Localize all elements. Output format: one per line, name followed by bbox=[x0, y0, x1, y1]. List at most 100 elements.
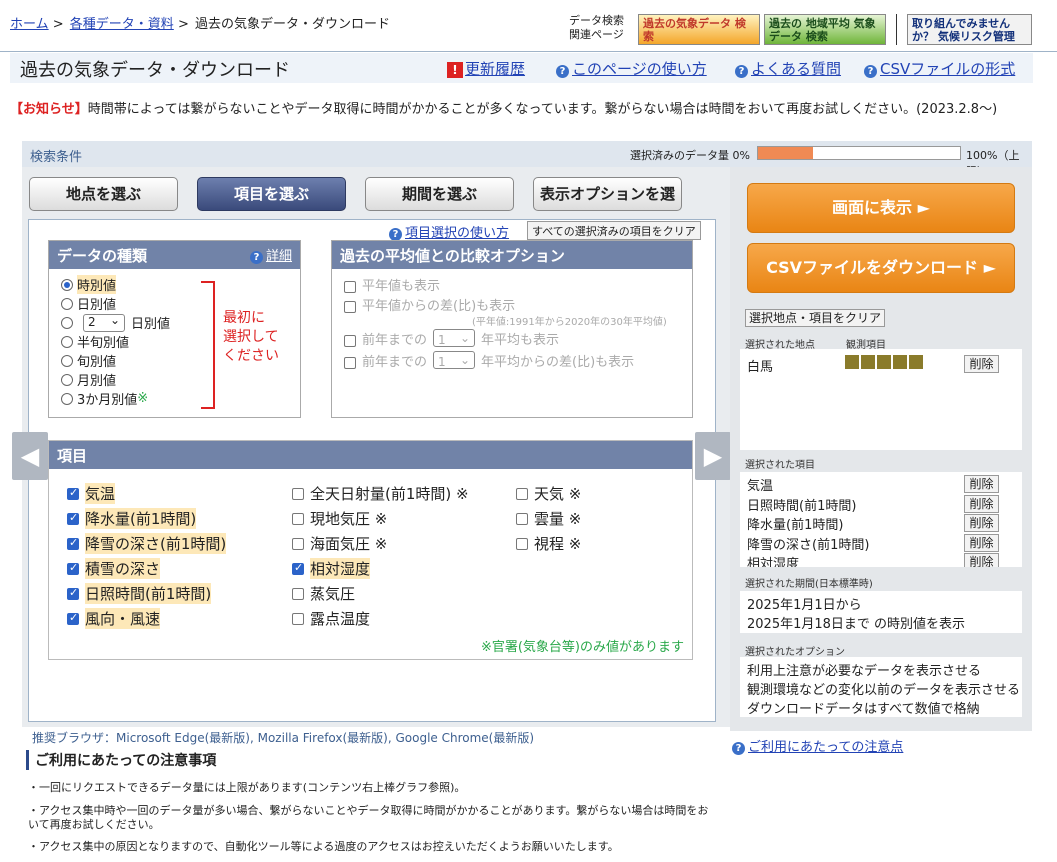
clear-selection-button[interactable]: 選択地点・項目をクリア bbox=[745, 309, 886, 327]
question-icon: ? bbox=[864, 65, 877, 78]
checkbox bbox=[67, 611, 79, 625]
delete-item-button[interactable]: 削除 bbox=[964, 553, 999, 567]
regional-average-search-banner[interactable]: 過去の 地域平均 気象データ 検索 bbox=[764, 14, 886, 45]
delete-item-button[interactable]: 削除 bbox=[964, 514, 999, 532]
radio-n-daily-label: 日別値 bbox=[131, 317, 171, 332]
usage-notes-link[interactable]: ? ご利用にあたっての注意点 bbox=[732, 736, 903, 755]
item-weather-label: 天気 ※ bbox=[534, 485, 582, 503]
station-only-mark: ※ bbox=[137, 391, 149, 406]
how-to-use-link[interactable]: ? このページの使い方 bbox=[556, 58, 707, 79]
tab-display-options[interactable]: 表示オプションを選ぶ bbox=[533, 177, 682, 235]
checkbox bbox=[67, 586, 79, 600]
year-diff-option[interactable]: 前年までの 1 年平均からの差(比)も表示 bbox=[344, 350, 667, 373]
detail-link[interactable]: 詳細 bbox=[266, 249, 292, 264]
item-weather[interactable]: 天気 ※ bbox=[516, 483, 581, 504]
tab-period[interactable]: 期間を選ぶ bbox=[365, 177, 514, 211]
faq-label: よくある質問 bbox=[751, 60, 842, 78]
radio-circle bbox=[61, 278, 73, 291]
delete-item-button[interactable]: 削除 bbox=[964, 495, 999, 513]
item-sea-pressure[interactable]: 海面気圧 ※ bbox=[292, 533, 387, 554]
selected-item-humidity: 相対湿度 bbox=[747, 557, 800, 567]
data-amount-fill bbox=[758, 147, 813, 159]
item-dew-point[interactable]: 露点温度 bbox=[292, 608, 370, 629]
checkbox bbox=[67, 561, 79, 575]
past-weather-search-banner[interactable]: 過去の気象データ 検索 bbox=[638, 14, 760, 45]
faq-link[interactable]: ? よくある質問 bbox=[735, 58, 841, 79]
radio-hourly-label: 時別値 bbox=[77, 275, 117, 294]
page-title: 過去の気象データ・ダウンロード bbox=[20, 60, 290, 81]
how-to-use-label: このページの使い方 bbox=[572, 60, 707, 78]
title-bar: 過去の気象データ・ダウンロード ! 更新履歴 ? このページの使い方 ? よくある質問… bbox=[10, 53, 1033, 83]
question-icon: ? bbox=[732, 742, 745, 755]
breadcrumb-home-link[interactable]: ホーム bbox=[10, 17, 49, 32]
update-history-label: 更新履歴 bbox=[465, 60, 526, 78]
normal-diff-label: 平年値からの差(比)も表示 bbox=[362, 299, 516, 314]
radio-circle bbox=[61, 354, 73, 367]
item-help-link[interactable]: 項目選択の使い方 bbox=[405, 226, 509, 241]
comparison-options-box: 過去の平均値との比較オプション 平年値も表示 平年値からの差(比)も表示 (平年… bbox=[331, 240, 693, 418]
breadcrumb: ホーム > 各種データ・資料 > 過去の気象データ・ダウンロード bbox=[10, 17, 390, 32]
year-diff-select[interactable]: 1 bbox=[433, 350, 476, 370]
n-days-select[interactable]: 2 bbox=[83, 313, 125, 332]
delete-item-button[interactable]: 削除 bbox=[964, 475, 999, 493]
selected-item-snowfall: 降雪の深さ(前1時間) bbox=[747, 538, 870, 553]
item-visibility[interactable]: 視程 ※ bbox=[516, 533, 581, 554]
checkbox bbox=[292, 612, 304, 625]
radio-half-decade[interactable]: 半旬別値 bbox=[61, 332, 170, 351]
csv-download-button[interactable]: CSVファイルをダウンロード ► bbox=[747, 243, 1015, 293]
item-solar-radiation[interactable]: 全天日射量(前1時間) ※ bbox=[292, 483, 469, 504]
item-sunshine-label: 日照時間(前1時間) bbox=[85, 583, 212, 604]
radio-3month[interactable]: 3か月別値 ※ bbox=[61, 389, 170, 408]
item-wind[interactable]: 風向・風速 bbox=[67, 608, 161, 629]
related-label-line2: 関連ページ bbox=[569, 28, 624, 41]
tab-items[interactable]: 項目を選ぶ bbox=[197, 177, 346, 211]
note-text: 一回にリクエストできるデータ量には上限があります(コンテンツ右上棒グラフ参照)。 bbox=[39, 781, 466, 794]
radio-monthly[interactable]: 月別値 bbox=[61, 370, 170, 389]
item-sunshine[interactable]: 日照時間(前1時間) bbox=[67, 583, 212, 604]
radio-decade[interactable]: 旬別値 bbox=[61, 351, 170, 370]
item-help: ? 項目選択の使い方 bbox=[389, 222, 509, 241]
item-cloud[interactable]: 雲量 ※ bbox=[516, 508, 581, 529]
radio-hourly[interactable]: 時別値 bbox=[61, 275, 170, 294]
show-on-screen-button[interactable]: 画面に表示 ► bbox=[747, 183, 1015, 233]
question-icon: ? bbox=[735, 65, 748, 78]
tab-station[interactable]: 地点を選ぶ bbox=[29, 177, 178, 211]
clear-all-items-button[interactable]: すべての選択済みの項目をクリア bbox=[527, 221, 701, 240]
item-precipitation[interactable]: 降水量(前1時間) bbox=[67, 508, 197, 529]
item-station-pressure-label: 現地気圧 ※ bbox=[310, 510, 388, 528]
year-average-option[interactable]: 前年までの 1 年平均も表示 bbox=[344, 328, 667, 351]
note-text: アクセス集中の原因となりますので、自動化ツール等による過度のアクセスはお控えいた… bbox=[39, 840, 619, 853]
item-snow-depth[interactable]: 積雪の深さ bbox=[67, 558, 161, 579]
csv-format-link[interactable]: ? CSVファイルの形式 bbox=[864, 58, 1015, 79]
item-vapor-pressure[interactable]: 蒸気圧 bbox=[292, 583, 355, 604]
radio-daily[interactable]: 日別値 bbox=[61, 294, 170, 313]
notice-text: 時間帯によっては繋がらないことやデータ取得に時間がかかることが多くなっています。… bbox=[87, 102, 998, 117]
search-conditions-header: 検索条件 選択済みのデータ量 0% 100%（上限） bbox=[22, 141, 1032, 178]
next-arrow-button[interactable]: ▶ bbox=[695, 432, 731, 480]
obs-icons bbox=[845, 355, 923, 369]
item-snowfall[interactable]: 降雪の深さ(前1時間) bbox=[67, 533, 227, 554]
item-station-pressure[interactable]: 現地気圧 ※ bbox=[292, 508, 387, 529]
checkbox bbox=[67, 486, 79, 500]
item-humidity[interactable]: 相対湿度 bbox=[292, 558, 371, 579]
radio-n-daily[interactable]: 2 日別値 bbox=[61, 313, 170, 332]
prev-arrow-button[interactable]: ◀ bbox=[12, 432, 48, 480]
item-temperature[interactable]: 気温 bbox=[67, 483, 116, 504]
related-pages-label: データ検索 関連ページ bbox=[569, 14, 624, 42]
normal-value-option[interactable]: 平年値も表示 bbox=[344, 277, 667, 297]
update-history-link[interactable]: ! 更新履歴 bbox=[447, 58, 525, 79]
breadcrumb-data-link[interactable]: 各種データ・資料 bbox=[70, 17, 174, 32]
climate-risk-banner[interactable]: 取り組んでみませんか？ 気候リスク管理 bbox=[907, 14, 1032, 45]
checkbox bbox=[67, 536, 79, 550]
related-label-line1: データ検索 bbox=[569, 14, 624, 27]
note-bullet: ・アクセス集中の原因となりますので、自動化ツール等による過度のアクセスはお控えい… bbox=[28, 840, 619, 853]
recommended-browsers: 推奨ブラウザ：Microsoft Edge(最新版), Mozilla Fire… bbox=[32, 731, 535, 745]
comparison-header: 過去の平均値との比較オプション bbox=[332, 241, 692, 269]
delete-item-button[interactable]: 削除 bbox=[964, 534, 999, 552]
year-average-select[interactable]: 1 bbox=[433, 328, 476, 348]
selected-item-sunshine: 日照時間(前1時間) bbox=[747, 499, 857, 514]
normal-diff-option[interactable]: 平年値からの差(比)も表示 bbox=[344, 297, 667, 317]
notice: 【お知らせ】時間帯によっては繋がらないことやデータ取得に時間がかかることが多くな… bbox=[10, 98, 997, 117]
delete-station-button[interactable]: 削除 bbox=[964, 355, 999, 373]
radio-circle bbox=[61, 335, 73, 348]
